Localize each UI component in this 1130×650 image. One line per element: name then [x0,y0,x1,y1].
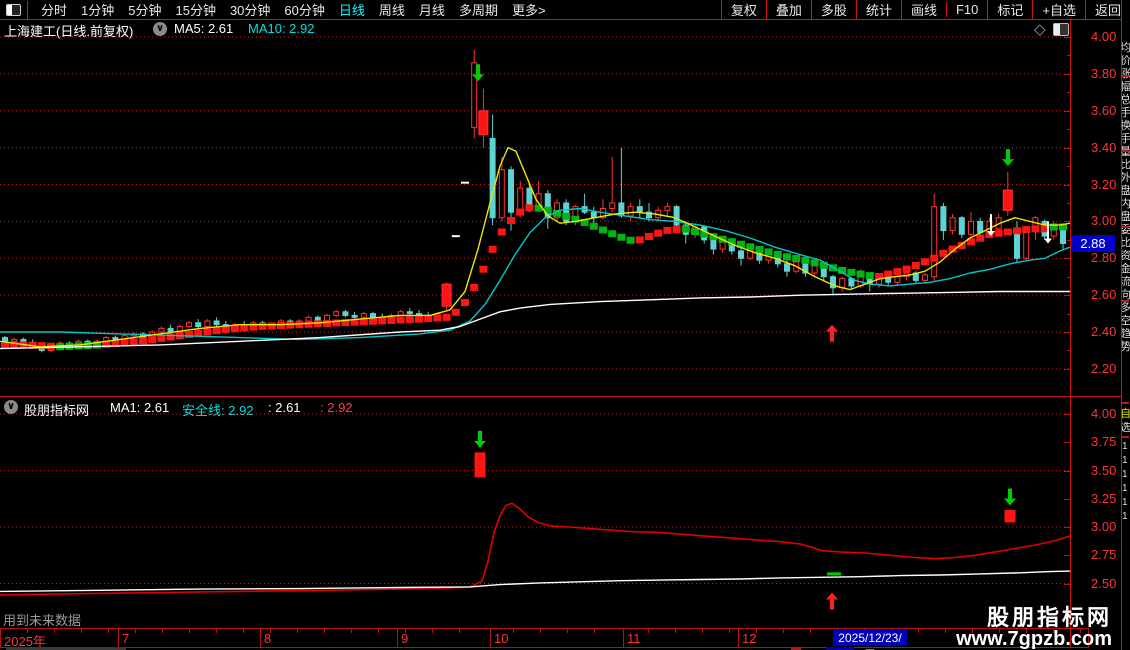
top-menu-bar: 分时 1分钟 5分钟 15分钟 30分钟 60分钟 日线 周线 月线 多周期 更多> 复权 叠加 多股统… [0,0,1130,20]
tool-button-5[interactable]: F10 [945,2,987,17]
current-date-box: 2025/12/23/二 [833,630,907,650]
layout-toggle-button[interactable] [0,0,28,19]
period-tab-2[interactable]: 5分钟 [121,0,168,19]
period-tab-9[interactable]: 多周期 [452,0,505,19]
strip-digits: 1 1 1 1 1 1 1 1 1 1 1 [1122,441,1130,522]
sub-axis-label: 2.50 [1091,575,1117,591]
main-axis-label: 4.00 [1091,29,1117,44]
main-axis-label: 2.20 [1091,360,1117,376]
period-tab-10[interactable]: 更多> [505,0,553,19]
strip-vertical-text: 均价涨幅总手换手量比外盘内盘委比资金流向多空趋势 [1122,42,1130,353]
panel-divider [0,396,1122,397]
strip-sub-char: 选 [1122,422,1130,434]
timeline-label-5: 11 [627,631,641,646]
sub-axis-label: 3.25 [1091,490,1117,506]
tool-button-0[interactable]: 复权 [720,0,766,19]
period-tab-4[interactable]: 30分钟 [223,0,277,19]
main-axis-label: 2.60 [1091,287,1117,303]
main-axis-label: 3.20 [1091,176,1117,192]
indicator-chart[interactable] [0,398,1071,630]
period-tab-3[interactable]: 15分钟 [168,0,222,19]
sub-axis-label: 3.50 [1091,462,1117,478]
tool-button-2[interactable]: 多股 [810,0,856,19]
main-axis-label: 3.40 [1091,139,1117,155]
watermark-url: www.7gpzb.com [956,628,1112,650]
period-tab-6[interactable]: 日线 [332,0,372,19]
period-menu: 分时 1分钟 5分钟 15分钟 30分钟 60分钟 日线 周线 月线 多周期 更多> [28,0,721,19]
timeline-label-3: 9 [401,631,409,646]
period-tab-8[interactable]: 月线 [412,0,452,19]
period-tab-5[interactable]: 60分钟 [277,0,331,19]
sub-axis-label: 3.75 [1091,434,1117,450]
timeline-label-2: 8 [264,631,272,646]
main-axis-label: 3.60 [1091,102,1117,118]
future-data-warning: 用到未来数据 [3,613,82,628]
main-axis-label: 2.80 [1091,250,1117,266]
timeline-label-4: 10 [494,631,509,646]
watermark-brand: 股朋指标网 [986,605,1112,630]
tool-button-4[interactable]: 画线 [900,0,946,19]
main-candlestick-chart[interactable] [0,20,1071,398]
sub-axis-label: 3.00 [1091,519,1117,534]
time-axis[interactable]: 2025年7891011122025/12/23/二 [0,628,1089,650]
tools-menu: 复权 叠加 多股 统计 画线 F10 标记 +自选 返回 [720,0,1130,19]
tool-button-6[interactable]: 标记 [987,0,1032,19]
strip-highlight-char: 自 [1122,408,1130,420]
timeline-label-1: 7 [122,631,130,646]
stock-app-window: 分时 1分钟 5分钟 15分钟 30分钟 60分钟 日线 周线 月线 多周期 更多> 复权 叠加 多股统… [0,0,1130,650]
last-price-tag: 2.88 [1071,235,1115,252]
tool-button-7[interactable]: +自选 [1032,0,1085,19]
tool-button-3[interactable]: 统计 [855,0,901,19]
sub-axis-label: 2.75 [1091,547,1117,563]
clipped-quote-strip: 均价涨幅总手换手量比外盘内盘委比资金流向多空趋势 自 选 1 1 1 1 1 1… [1122,0,1130,650]
main-axis-label: 2.40 [1091,324,1117,340]
period-tab-7[interactable]: 周线 [372,0,412,19]
sub-axis-label: 4.00 [1091,406,1117,421]
site-watermark: 股朋指标网 www.7gpzb.com [956,606,1112,650]
period-tab-1[interactable]: 1分钟 [74,0,121,19]
main-axis-label: 3.80 [1091,65,1117,81]
split-window-icon [6,3,21,16]
tool-button-1[interactable]: 叠加 [765,0,811,19]
main-axis-label: 3.00 [1091,213,1117,229]
timeline-label-6: 12 [742,631,757,646]
period-tab-0[interactable]: 分时 [34,0,74,19]
